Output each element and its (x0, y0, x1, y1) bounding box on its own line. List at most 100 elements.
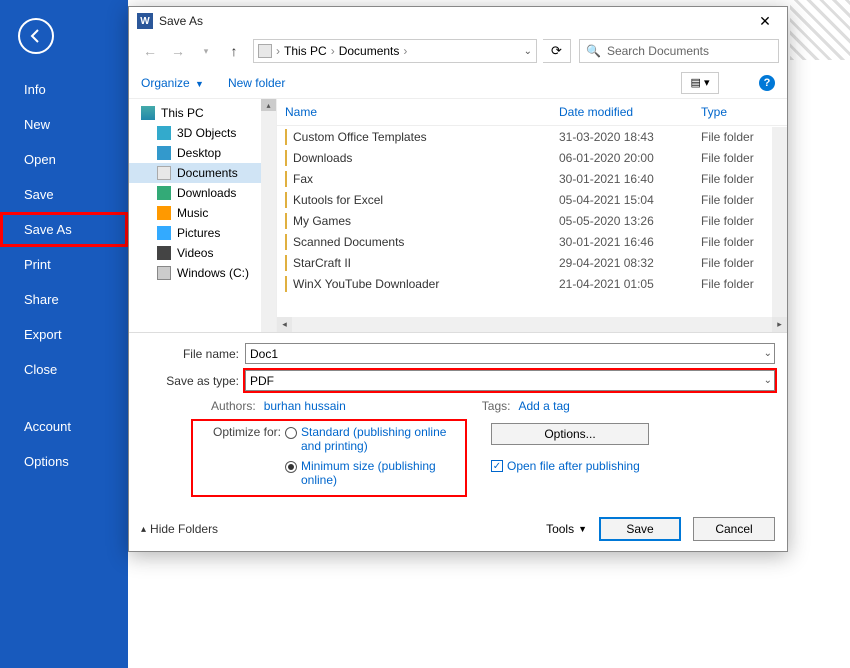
tree-this-pc[interactable]: This PC (129, 103, 276, 123)
tree-item-label: Windows (C:) (177, 266, 249, 280)
tree-videos[interactable]: Videos (129, 243, 276, 263)
tree-item-label: Pictures (177, 226, 220, 240)
checkbox-checked-icon[interactable]: ✓ (491, 460, 503, 472)
folder-icon (285, 234, 287, 250)
breadcrumb-folder[interactable]: Documents (339, 44, 400, 58)
help-button[interactable]: ? (759, 75, 775, 91)
file-name-input[interactable]: Doc1⌄ (245, 343, 775, 364)
authors-label: Authors: (211, 399, 256, 413)
folder-icon (285, 129, 287, 145)
search-icon: 🔍 (586, 44, 601, 58)
folder-icon (285, 150, 287, 166)
chevron-up-icon: ▴ (141, 524, 146, 535)
scroll-left-icon[interactable]: ◂ (277, 317, 292, 332)
folder-type-icon (157, 166, 171, 180)
menu-info[interactable]: Info (0, 72, 128, 107)
tree-item-label: Downloads (177, 186, 236, 200)
table-row[interactable]: Downloads06-01-2020 20:00File folder (277, 147, 787, 168)
cancel-button[interactable]: Cancel (693, 517, 775, 541)
tree-item-label: Documents (177, 166, 238, 180)
options-button[interactable]: Options... (491, 423, 649, 445)
nav-up[interactable]: ↑ (221, 39, 247, 63)
file-list: Name Date modified Type Custom Office Te… (277, 99, 787, 332)
menu-options[interactable]: Options (0, 444, 128, 479)
table-row[interactable]: My Games05-05-2020 13:26File folder (277, 210, 787, 231)
table-row[interactable]: StarCraft II29-04-2021 08:32File folder (277, 252, 787, 273)
tree-music[interactable]: Music (129, 203, 276, 223)
new-folder-button[interactable]: New folder (228, 76, 285, 90)
folder-icon (285, 171, 287, 187)
table-row[interactable]: Kutools for Excel05-04-2021 15:04File fo… (277, 189, 787, 210)
chevron-down-icon: ▼ (195, 79, 204, 89)
address-dropdown-icon[interactable]: ⌄ (524, 46, 532, 57)
chevron-down-icon[interactable]: ⌄ (764, 348, 772, 359)
folder-type-icon (157, 226, 171, 240)
radio-standard[interactable] (285, 427, 297, 439)
optimize-options: Optimize for: Standard (publishing onlin… (191, 419, 467, 497)
refresh-button[interactable]: ⟳ (543, 39, 571, 63)
menu-account[interactable]: Account (0, 409, 128, 444)
table-row[interactable]: Fax30-01-2021 16:40File folder (277, 168, 787, 189)
nav-recent-dropdown[interactable]: ▾ (193, 39, 219, 63)
tree-downloads[interactable]: Downloads (129, 183, 276, 203)
col-date[interactable]: Date modified (559, 105, 701, 119)
menu-share[interactable]: Share (0, 282, 128, 317)
titlebar: W Save As ✕ (129, 7, 787, 35)
tree-item-label: Videos (177, 246, 213, 260)
radio-minimum-label[interactable]: Minimum size (publishing online) (301, 459, 457, 487)
tree-scrollbar[interactable] (261, 99, 276, 332)
scroll-right-icon[interactable]: ▸ (772, 317, 787, 332)
save-type-label: Save as type: (141, 374, 245, 388)
tools-menu[interactable]: Tools ▼ (546, 522, 587, 536)
tree-3d-objects[interactable]: 3D Objects (129, 123, 276, 143)
radio-minimum[interactable] (285, 461, 297, 473)
folder-icon (285, 255, 287, 271)
menu-print[interactable]: Print (0, 247, 128, 282)
authors-value[interactable]: burhan hussain (264, 399, 346, 413)
folder-icon (285, 276, 287, 292)
hide-folders-button[interactable]: ▴ Hide Folders (141, 522, 218, 536)
tags-value[interactable]: Add a tag (518, 399, 569, 413)
save-button[interactable]: Save (599, 517, 681, 541)
close-button[interactable]: ✕ (745, 7, 785, 35)
file-list-vscroll[interactable] (772, 127, 787, 317)
back-button[interactable] (18, 18, 54, 54)
folder-icon (258, 44, 272, 58)
table-row[interactable]: Scanned Documents30-01-2021 16:46File fo… (277, 231, 787, 252)
folder-type-icon (157, 186, 171, 200)
menu-close[interactable]: Close (0, 352, 128, 387)
view-mode-button[interactable]: ▤ ▾ (681, 72, 719, 94)
optimize-label: Optimize for: (201, 425, 281, 439)
save-type-select[interactable]: PDF⌄ (245, 370, 775, 391)
col-type[interactable]: Type (701, 105, 779, 119)
chevron-down-icon: ▼ (578, 524, 587, 534)
folder-tree: This PC 3D ObjectsDesktop Documents Downlo… (129, 99, 277, 332)
tree-desktop[interactable]: Desktop (129, 143, 276, 163)
tree-root-label: This PC (161, 106, 204, 120)
breadcrumb-sep: › (403, 44, 407, 58)
tree-windows-c-[interactable]: Windows (C:) (129, 263, 276, 283)
open-after-checkbox-row[interactable]: ✓ Open file after publishing (491, 459, 649, 473)
menu-new[interactable]: New (0, 107, 128, 142)
breadcrumb-root[interactable]: This PC (284, 44, 327, 58)
organize-menu[interactable]: Organize ▼ (141, 76, 204, 90)
file-list-hscroll[interactable]: ◂ ▸ (277, 317, 787, 332)
table-row[interactable]: Custom Office Templates31-03-2020 18:43F… (277, 126, 787, 147)
table-row[interactable]: WinX YouTube Downloader21-04-2021 01:05F… (277, 273, 787, 294)
folder-type-icon (157, 266, 171, 280)
chevron-down-icon[interactable]: ⌄ (764, 375, 772, 386)
col-name[interactable]: Name (285, 105, 559, 119)
tree-documents[interactable]: Documents (129, 163, 276, 183)
search-input[interactable]: 🔍 Search Documents (579, 39, 779, 63)
breadcrumb-sep: › (331, 44, 335, 58)
menu-save-as[interactable]: Save As (0, 212, 128, 247)
menu-export[interactable]: Export (0, 317, 128, 352)
menu-open[interactable]: Open (0, 142, 128, 177)
menu-save[interactable]: Save (0, 177, 128, 212)
address-bar[interactable]: › This PC › Documents › ⌄ (253, 39, 537, 63)
tree-scroll-up[interactable]: ▴ (261, 99, 276, 111)
nav-back[interactable]: ← (137, 39, 163, 63)
tree-pictures[interactable]: Pictures (129, 223, 276, 243)
nav-forward[interactable]: → (165, 39, 191, 63)
radio-standard-label[interactable]: Standard (publishing online and printing… (301, 425, 457, 453)
